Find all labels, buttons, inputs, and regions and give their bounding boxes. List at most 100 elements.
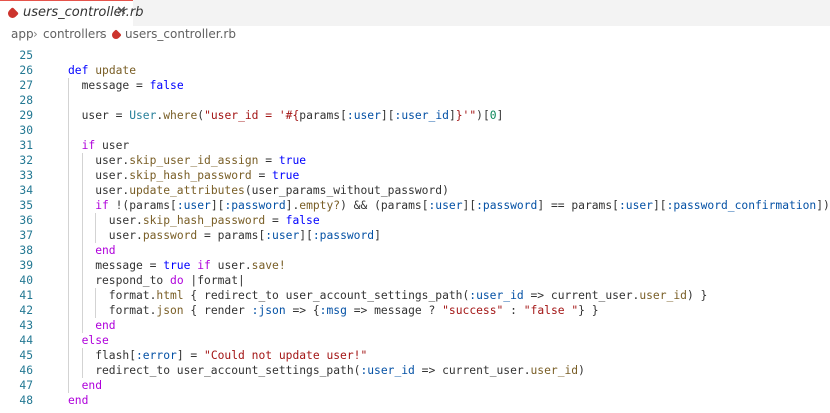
code-line[interactable]: 38 end (0, 243, 830, 258)
line-number: 48 (19, 394, 33, 407)
indent-guide (81, 348, 83, 363)
code-token: skip_hash_password (142, 214, 266, 227)
code-token: html (156, 289, 184, 302)
code-token: if (81, 139, 96, 152)
code-token: user. (95, 169, 130, 182)
code-line[interactable]: 29 user = User.where("user_id = '#{params… (0, 108, 830, 123)
code-token: (user_params_without_password) (244, 184, 449, 197)
code-line[interactable]: 43 end (0, 318, 830, 333)
code-line[interactable]: 34 user.update_attributes(user_params_wit… (0, 183, 830, 198)
code-line[interactable]: 46 redirect_to user_account_settings_path… (0, 363, 830, 378)
code-text: if !(params[:user][:password].empty?) &&… (95, 198, 830, 213)
code-token: :password_confirmation (666, 199, 817, 212)
code-token: :user (428, 199, 463, 212)
code-line[interactable]: 33 user.skip_hash_password = true (0, 168, 830, 183)
code-token: ][ (299, 229, 313, 242)
code-token: json (156, 304, 184, 317)
code-token: ] (496, 109, 504, 122)
code-token: :password (224, 199, 286, 212)
code-line[interactable]: 26 def update (0, 63, 830, 78)
code-token: update_attributes (129, 184, 245, 197)
indent-guide (68, 288, 69, 303)
code-token: :user (346, 109, 381, 122)
breadcrumb-app[interactable]: app (11, 27, 34, 41)
indent-guide (68, 213, 69, 228)
code-token: respond_to (95, 274, 171, 287)
code-line[interactable]: 35 if !(params[:user][:password].empty?) … (0, 198, 830, 213)
code-line[interactable]: 31 if user (0, 138, 830, 153)
code-text: end (68, 393, 88, 408)
code-line[interactable]: 27 message = false (0, 78, 830, 93)
code-token: ) && (params[ (340, 199, 429, 212)
code-text: user.skip_hash_password = true (95, 168, 299, 183)
code-text: end (95, 243, 115, 258)
code-line[interactable]: 40 respond_to do |format| (0, 273, 830, 288)
code-text: def update (68, 63, 136, 78)
code-token: :json (251, 304, 286, 317)
code-token: ) } (686, 289, 708, 302)
code-token: true (272, 169, 300, 182)
code-editor[interactable]: 25 26 def update 27 message = false 28 29 user … (0, 48, 830, 413)
code-text: respond_to do |format| (95, 273, 245, 288)
code-token: :user (176, 199, 211, 212)
line-number: 27 (19, 79, 33, 92)
line-number: 32 (19, 154, 33, 167)
breadcrumb-file[interactable]: users_controller.rb (125, 27, 236, 41)
code-token: ][ (380, 109, 395, 122)
code-line[interactable]: 44 else (0, 333, 830, 348)
code-token: = (265, 214, 286, 227)
indent-guide (81, 213, 83, 228)
code-token: user (95, 139, 130, 152)
code-line[interactable]: 28 (0, 93, 830, 108)
code-token: "Could not update user!" (204, 349, 368, 362)
code-token: false (285, 214, 320, 227)
breadcrumb-controllers[interactable]: controllers (43, 27, 107, 41)
code-token: :user_id (394, 109, 449, 122)
code-token: :error (136, 349, 177, 362)
indent-guide (81, 198, 83, 213)
close-icon[interactable]: ✕ (116, 4, 127, 19)
code-line[interactable]: 42 format.json { render :json => {:msg =>… (0, 303, 830, 318)
line-number: 46 (19, 364, 33, 377)
code-token: user_id (530, 364, 579, 377)
code-token: end (95, 244, 116, 257)
indent-guide (68, 378, 69, 393)
indent-guide (95, 288, 97, 303)
code-token: => message ? (346, 304, 443, 317)
code-text: format.json { render :json => {:msg => m… (109, 303, 599, 318)
code-token: ][ (462, 199, 477, 212)
code-line[interactable]: 32 user.skip_user_id_assign = true (0, 153, 830, 168)
breadcrumb-separator: › (33, 27, 38, 41)
code-line[interactable]: 37 user.password = params[:user][:passwor… (0, 228, 830, 243)
indent-guide (81, 303, 83, 318)
code-line[interactable]: 25 (0, 48, 830, 63)
code-token: :user_id (360, 364, 415, 377)
indent-guide (81, 288, 83, 303)
code-line[interactable]: 39 message = true if user.save! (0, 258, 830, 273)
tab-users-controller[interactable]: users_controller.rb ✕ (0, 0, 143, 26)
code-token: format. (108, 289, 157, 302)
code-line[interactable]: 36 user.skip_hash_password = false (0, 213, 830, 228)
code-line[interactable]: 47 end (0, 378, 830, 393)
code-token: "user_id = '#{ (204, 109, 300, 122)
indent-guide (68, 363, 69, 378)
code-token: !(params[ (108, 199, 177, 212)
indent-guide (81, 183, 83, 198)
code-token: "false " (523, 304, 579, 317)
code-token: |format| (183, 274, 245, 287)
code-token: => current_user. (523, 289, 640, 302)
indent-guide (95, 213, 97, 228)
code-token: { redirect_to user_account_settings_path… (183, 289, 470, 302)
code-line[interactable]: 45 flash[:error] = "Could not update user… (0, 348, 830, 363)
code-line[interactable]: 41 format.html { redirect_to user_account… (0, 288, 830, 303)
line-number: 37 (19, 229, 33, 242)
line-number: 41 (19, 289, 33, 302)
code-line[interactable]: 30 (0, 123, 830, 138)
indent-guide (68, 258, 69, 273)
code-token: skip_hash_password (129, 169, 252, 182)
line-number: 38 (19, 244, 33, 257)
code-token: update (95, 64, 137, 77)
code-token: => current_user. (414, 364, 531, 377)
indent-guide (68, 183, 69, 198)
code-line[interactable]: 48 end (0, 393, 830, 408)
